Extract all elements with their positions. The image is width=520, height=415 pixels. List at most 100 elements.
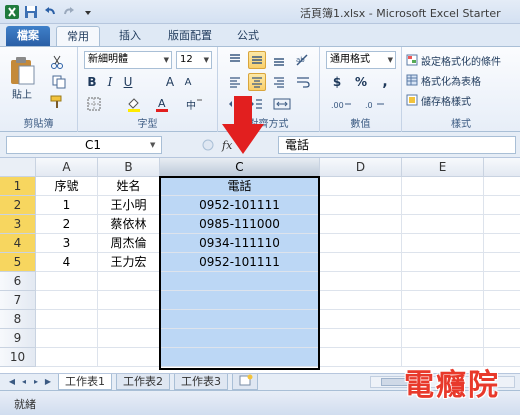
cell-a3[interactable]: 2: [36, 215, 98, 234]
cell-f6[interactable]: [484, 272, 520, 291]
cell-d2[interactable]: [320, 196, 402, 215]
cell-a5[interactable]: 4: [36, 253, 98, 272]
font-color-icon[interactable]: A: [152, 95, 172, 113]
cell-styles-button[interactable]: 儲存格樣式: [406, 91, 518, 109]
column-header-f[interactable]: F: [484, 158, 520, 177]
format-as-table-button[interactable]: 格式化為表格: [406, 71, 518, 89]
align-left-icon[interactable]: [226, 73, 244, 91]
cell-a7[interactable]: [36, 291, 98, 310]
cut-icon[interactable]: [48, 53, 66, 71]
grow-font-button[interactable]: A: [162, 73, 178, 91]
cell-a6[interactable]: [36, 272, 98, 291]
save-icon[interactable]: [23, 4, 39, 20]
bold-button[interactable]: B: [84, 73, 100, 91]
tab-formulas[interactable]: 公式: [228, 26, 268, 46]
cell-f3[interactable]: [484, 215, 520, 234]
row-header-5[interactable]: 5: [0, 253, 36, 272]
cell-a2[interactable]: 1: [36, 196, 98, 215]
cell-a1[interactable]: 序號: [36, 177, 98, 196]
cell-a10[interactable]: [36, 348, 98, 367]
column-header-b[interactable]: B: [98, 158, 160, 177]
cell-b6[interactable]: [98, 272, 160, 291]
cell-c10[interactable]: [160, 348, 320, 367]
cell-f9[interactable]: [484, 329, 520, 348]
cell-a9[interactable]: [36, 329, 98, 348]
format-painter-icon[interactable]: [48, 93, 66, 111]
row-header-2[interactable]: 2: [0, 196, 36, 215]
font-name-select[interactable]: 新細明體 ▼: [84, 51, 172, 69]
currency-button[interactable]: $: [328, 73, 346, 91]
row-header-9[interactable]: 9: [0, 329, 36, 348]
cell-c8[interactable]: [160, 310, 320, 329]
cell-e1[interactable]: [402, 177, 484, 196]
column-header-c[interactable]: C: [160, 158, 320, 177]
chevron-down-icon[interactable]: ▼: [150, 141, 155, 149]
percent-button[interactable]: %: [352, 73, 370, 91]
cell-c3[interactable]: 0985-111000: [160, 215, 320, 234]
shrink-font-button[interactable]: A: [180, 73, 196, 91]
expand-formula-bar-icon[interactable]: [202, 139, 214, 151]
cell-d7[interactable]: [320, 291, 402, 310]
cell-b8[interactable]: [98, 310, 160, 329]
first-sheet-icon[interactable]: ◀: [6, 376, 18, 388]
align-middle-icon[interactable]: [248, 51, 266, 69]
copy-icon[interactable]: [48, 73, 70, 91]
paste-button[interactable]: 貼上: [4, 51, 40, 105]
number-format-select[interactable]: 通用格式 ▼: [326, 51, 396, 69]
phonetic-icon[interactable]: 中: [182, 95, 206, 113]
next-sheet-icon[interactable]: ▸: [30, 376, 42, 388]
cell-f5[interactable]: [484, 253, 520, 272]
cell-b3[interactable]: 蔡依林: [98, 215, 160, 234]
tab-page-layout[interactable]: 版面配置: [160, 26, 220, 46]
merge-center-icon[interactable]: [270, 95, 294, 113]
cell-f4[interactable]: [484, 234, 520, 253]
column-header-d[interactable]: D: [320, 158, 402, 177]
sheet-tab-2[interactable]: 工作表2: [116, 374, 170, 390]
align-right-icon[interactable]: [270, 73, 288, 91]
orientation-icon[interactable]: ab: [292, 51, 314, 69]
borders-icon[interactable]: [84, 95, 104, 113]
wrap-text-icon[interactable]: [292, 73, 314, 91]
sheet-tab-1[interactable]: 工作表1: [58, 374, 112, 390]
row-header-7[interactable]: 7: [0, 291, 36, 310]
cell-e6[interactable]: [402, 272, 484, 291]
insert-sheet-button[interactable]: [232, 374, 258, 390]
cell-d3[interactable]: [320, 215, 402, 234]
redo-icon[interactable]: [61, 4, 77, 20]
cell-b2[interactable]: 王小明: [98, 196, 160, 215]
cell-c5[interactable]: 0952-101111: [160, 253, 320, 272]
cell-d10[interactable]: [320, 348, 402, 367]
cell-f7[interactable]: [484, 291, 520, 310]
cell-f1[interactable]: [484, 177, 520, 196]
cell-b7[interactable]: [98, 291, 160, 310]
cell-a8[interactable]: [36, 310, 98, 329]
align-center-icon[interactable]: [248, 73, 266, 91]
increase-decimal-icon[interactable]: .00: [328, 95, 356, 113]
sheet-tab-3[interactable]: 工作表3: [174, 374, 228, 390]
cell-c9[interactable]: [160, 329, 320, 348]
row-header-10[interactable]: 10: [0, 348, 36, 367]
cell-f2[interactable]: [484, 196, 520, 215]
cell-d6[interactable]: [320, 272, 402, 291]
row-header-6[interactable]: 6: [0, 272, 36, 291]
cell-e3[interactable]: [402, 215, 484, 234]
cell-d8[interactable]: [320, 310, 402, 329]
undo-icon[interactable]: [42, 4, 58, 20]
font-size-select[interactable]: 12 ▼: [176, 51, 212, 69]
align-top-icon[interactable]: [226, 51, 244, 69]
excel-logo-icon[interactable]: [4, 4, 20, 20]
prev-sheet-icon[interactable]: ◂: [18, 376, 30, 388]
tab-insert[interactable]: 插入: [110, 26, 150, 46]
fill-color-icon[interactable]: [124, 95, 144, 113]
cell-e2[interactable]: [402, 196, 484, 215]
underline-button[interactable]: U: [120, 73, 136, 91]
row-header-4[interactable]: 4: [0, 234, 36, 253]
worksheet-grid[interactable]: ABCDEF1序號姓名電話21王小明0952-10111132蔡依林0985-1…: [0, 158, 520, 373]
tab-file[interactable]: 檔案: [6, 26, 50, 46]
cell-d1[interactable]: [320, 177, 402, 196]
row-header-3[interactable]: 3: [0, 215, 36, 234]
row-header-1[interactable]: 1: [0, 177, 36, 196]
cell-a4[interactable]: 3: [36, 234, 98, 253]
cell-d9[interactable]: [320, 329, 402, 348]
cell-e5[interactable]: [402, 253, 484, 272]
